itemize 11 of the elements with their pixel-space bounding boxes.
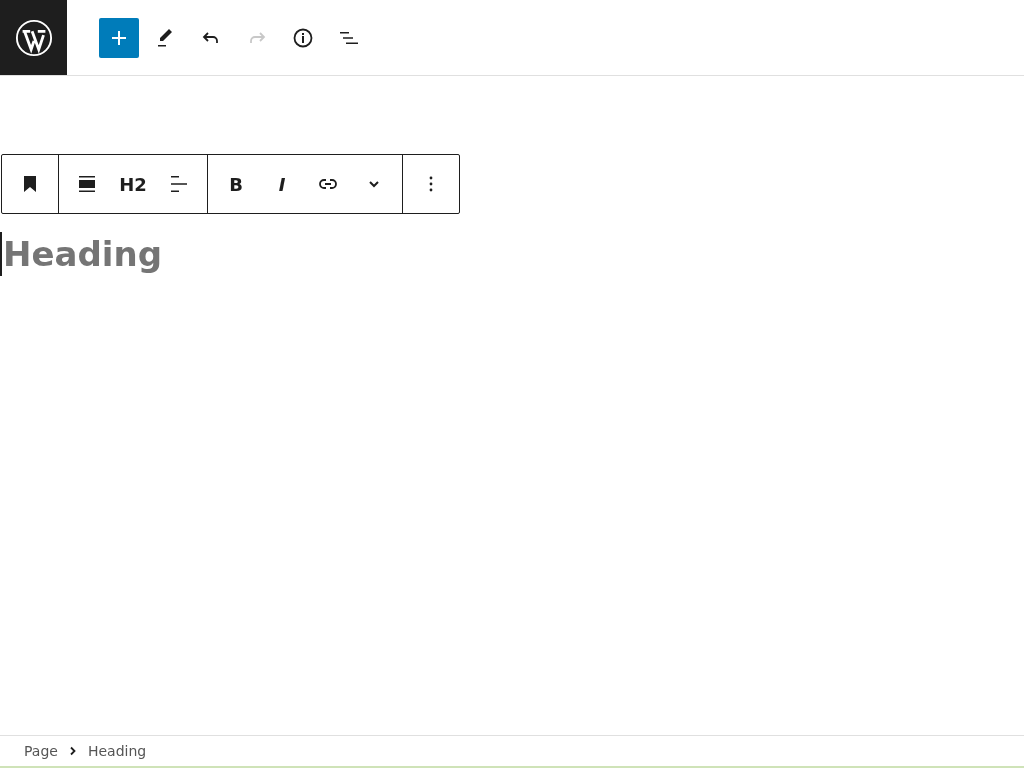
- breadcrumb-link[interactable]: Heading: [87, 743, 147, 759]
- heading-level-button[interactable]: H2: [113, 162, 153, 206]
- wordpress-logo-icon: [14, 18, 53, 57]
- bold-button[interactable]: B: [216, 162, 256, 206]
- more-vertical-icon: [429, 176, 433, 192]
- heading-input[interactable]: Heading: [0, 232, 162, 276]
- breadcrumb-link[interactable]: Page: [24, 743, 58, 759]
- italic-button[interactable]: I: [262, 162, 302, 206]
- add-block-button[interactable]: [99, 17, 139, 58]
- site-logo[interactable]: [0, 0, 67, 75]
- chevron-down-icon: [369, 180, 379, 188]
